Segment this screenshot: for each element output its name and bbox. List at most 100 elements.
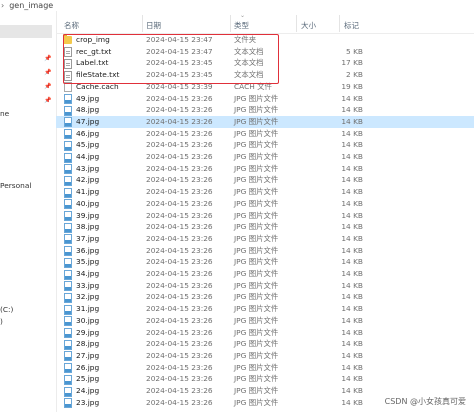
- file-row[interactable]: fileState.txt 2024-04-15 23:45 文本文档 2 KB: [56, 69, 474, 81]
- breadcrumb: › gen_image: [0, 0, 474, 11]
- file-row[interactable]: rec_gt.txt 2024-04-15 23:47 文本文档 5 KB: [56, 46, 474, 58]
- file-type: JPG 图片文件: [234, 374, 279, 384]
- image-file-icon: [64, 269, 72, 280]
- file-name: 45.jpg: [76, 140, 100, 150]
- file-row[interactable]: 30.jpg 2024-04-15 23:26 JPG 图片文件 14 KB: [56, 315, 474, 327]
- file-type: JPG 图片文件: [234, 245, 279, 255]
- file-size: 14 KB: [341, 187, 363, 197]
- file-icon: [64, 58, 72, 69]
- file-date: 2024-04-15 23:39: [146, 81, 213, 91]
- file-row[interactable]: 29.jpg 2024-04-15 23:26 JPG 图片文件 14 KB: [56, 327, 474, 339]
- file-size: 14 KB: [341, 175, 363, 185]
- file-row[interactable]: 46.jpg 2024-04-15 23:26 JPG 图片文件 14 KB: [56, 128, 474, 140]
- file-row[interactable]: 38.jpg 2024-04-15 23:26 JPG 图片文件 14 KB: [56, 221, 474, 233]
- image-file-icon: [64, 164, 72, 175]
- file-row[interactable]: 24.jpg 2024-04-15 23:26 JPG 图片文件 14 KB: [56, 385, 474, 397]
- pin-icon[interactable]: 📌: [44, 69, 51, 76]
- file-row[interactable]: 40.jpg 2024-04-15 23:26 JPG 图片文件 14 KB: [56, 198, 474, 210]
- nav-item[interactable]: ): [0, 317, 3, 326]
- file-row[interactable]: 43.jpg 2024-04-15 23:26 JPG 图片文件 14 KB: [56, 163, 474, 175]
- file-row[interactable]: 39.jpg 2024-04-15 23:26 JPG 图片文件 14 KB: [56, 210, 474, 222]
- pin-icon[interactable]: 📌: [44, 97, 51, 104]
- chevron-right-icon[interactable]: ›: [1, 1, 4, 10]
- file-name: 34.jpg: [76, 269, 100, 278]
- file-row[interactable]: 28.jpg 2024-04-15 23:26 JPG 图片文件 14 KB: [56, 338, 474, 350]
- file-date: 2024-04-15 23:26: [146, 292, 213, 302]
- file-row[interactable]: crop_img 2024-04-15 23:47 文件夹: [56, 34, 474, 46]
- file-date: 2024-04-15 23:26: [146, 245, 213, 255]
- file-row[interactable]: 48.jpg 2024-04-15 23:26 JPG 图片文件 14 KB: [56, 104, 474, 116]
- file-icon: [64, 47, 72, 58]
- file-row[interactable]: 49.jpg 2024-04-15 23:26 JPG 图片文件 14 KB: [56, 93, 474, 105]
- breadcrumb-folder[interactable]: gen_image: [9, 1, 53, 10]
- file-type: JPG 图片文件: [234, 304, 279, 314]
- file-size: 14 KB: [341, 163, 363, 173]
- nav-item[interactable]: ne: [0, 109, 9, 118]
- image-file-icon: [64, 257, 72, 268]
- file-type: JPG 图片文件: [234, 233, 279, 243]
- file-name: 31.jpg: [76, 304, 100, 314]
- nav-item[interactable]: Personal: [0, 181, 31, 190]
- image-file-icon: [64, 140, 72, 151]
- column-header-size[interactable]: 大小: [301, 20, 316, 31]
- file-date: 2024-04-15 23:26: [146, 327, 213, 337]
- file-type: JPG 图片文件: [234, 210, 279, 220]
- column-header-type[interactable]: 类型: [234, 20, 249, 31]
- file-row[interactable]: 45.jpg 2024-04-15 23:26 JPG 图片文件 14 KB: [56, 139, 474, 151]
- image-file-icon: [64, 199, 72, 210]
- file-name: rec_gt.txt: [76, 46, 112, 56]
- file-date: 2024-04-15 23:26: [146, 315, 213, 325]
- file-row[interactable]: 44.jpg 2024-04-15 23:26 JPG 图片文件 14 KB: [56, 151, 474, 163]
- file-date: 2024-04-15 23:47: [146, 46, 213, 56]
- file-row[interactable]: 26.jpg 2024-04-15 23:26 JPG 图片文件 14 KB: [56, 362, 474, 374]
- file-date: 2024-04-15 23:26: [146, 233, 213, 243]
- file-name: 43.jpg: [76, 163, 100, 173]
- file-date: 2024-04-15 23:45: [146, 58, 213, 68]
- file-type: JPG 图片文件: [234, 269, 279, 278]
- file-row[interactable]: 42.jpg 2024-04-15 23:26 JPG 图片文件 14 KB: [56, 174, 474, 186]
- column-divider[interactable]: [230, 15, 231, 32]
- column-divider[interactable]: [142, 15, 143, 32]
- column-header-date[interactable]: 日期: [146, 20, 161, 31]
- file-type: JPG 图片文件: [234, 257, 279, 267]
- pin-icon[interactable]: 📌: [44, 83, 51, 90]
- file-row[interactable]: 34.jpg 2024-04-15 23:26 JPG 图片文件 14 KB: [56, 268, 474, 280]
- file-size: 14 KB: [341, 257, 363, 267]
- file-date: 2024-04-15 23:26: [146, 210, 213, 220]
- pin-icon[interactable]: 📌: [44, 55, 51, 62]
- file-row[interactable]: Label.txt 2024-04-15 23:45 文本文档 17 KB: [56, 57, 474, 69]
- file-icon: [64, 70, 72, 81]
- nav-item[interactable]: (C:): [0, 305, 13, 314]
- file-row[interactable]: 41.jpg 2024-04-15 23:26 JPG 图片文件 14 KB: [56, 186, 474, 198]
- file-row[interactable]: 25.jpg 2024-04-15 23:26 JPG 图片文件 14 KB: [56, 373, 474, 385]
- file-row[interactable]: 47.jpg 2024-04-15 23:26 JPG 图片文件 14 KB: [56, 115, 474, 128]
- column-divider[interactable]: [339, 15, 340, 32]
- file-row[interactable]: 32.jpg 2024-04-15 23:26 JPG 图片文件 14 KB: [56, 291, 474, 303]
- file-size: 5 KB: [346, 46, 363, 56]
- file-date: 2024-04-15 23:26: [146, 257, 213, 267]
- image-file-icon: [64, 339, 72, 350]
- file-name: Cache.cach: [76, 81, 119, 91]
- file-size: 14 KB: [341, 350, 363, 360]
- image-file-icon: [64, 374, 72, 385]
- file-date: 2024-04-15 23:26: [146, 222, 213, 232]
- file-name: 47.jpg: [76, 116, 100, 126]
- file-type: 文本文档: [234, 46, 264, 56]
- file-size: 2 KB: [346, 70, 363, 80]
- file-row[interactable]: 36.jpg 2024-04-15 23:26 JPG 图片文件 14 KB: [56, 245, 474, 257]
- file-row[interactable]: 35.jpg 2024-04-15 23:26 JPG 图片文件 14 KB: [56, 256, 474, 268]
- file-row[interactable]: 31.jpg 2024-04-15 23:26 JPG 图片文件 14 KB: [56, 303, 474, 315]
- file-row[interactable]: 27.jpg 2024-04-15 23:26 JPG 图片文件 14 KB: [56, 350, 474, 362]
- file-name: 48.jpg: [76, 105, 100, 115]
- column-divider[interactable]: [296, 15, 297, 32]
- column-header-tag[interactable]: 标记: [344, 20, 359, 31]
- file-size: 14 KB: [341, 280, 363, 290]
- file-size: 14 KB: [341, 327, 363, 337]
- file-date: 2024-04-15 23:26: [146, 105, 213, 115]
- column-header-name[interactable]: 名称: [64, 20, 79, 31]
- file-row[interactable]: 33.jpg 2024-04-15 23:26 JPG 图片文件 14 KB: [56, 280, 474, 292]
- nav-selected-item[interactable]: [0, 25, 52, 38]
- file-row[interactable]: 37.jpg 2024-04-15 23:26 JPG 图片文件 14 KB: [56, 233, 474, 245]
- file-row[interactable]: Cache.cach 2024-04-15 23:39 CACH 文件 19 KB: [56, 81, 474, 93]
- image-file-icon: [64, 117, 72, 128]
